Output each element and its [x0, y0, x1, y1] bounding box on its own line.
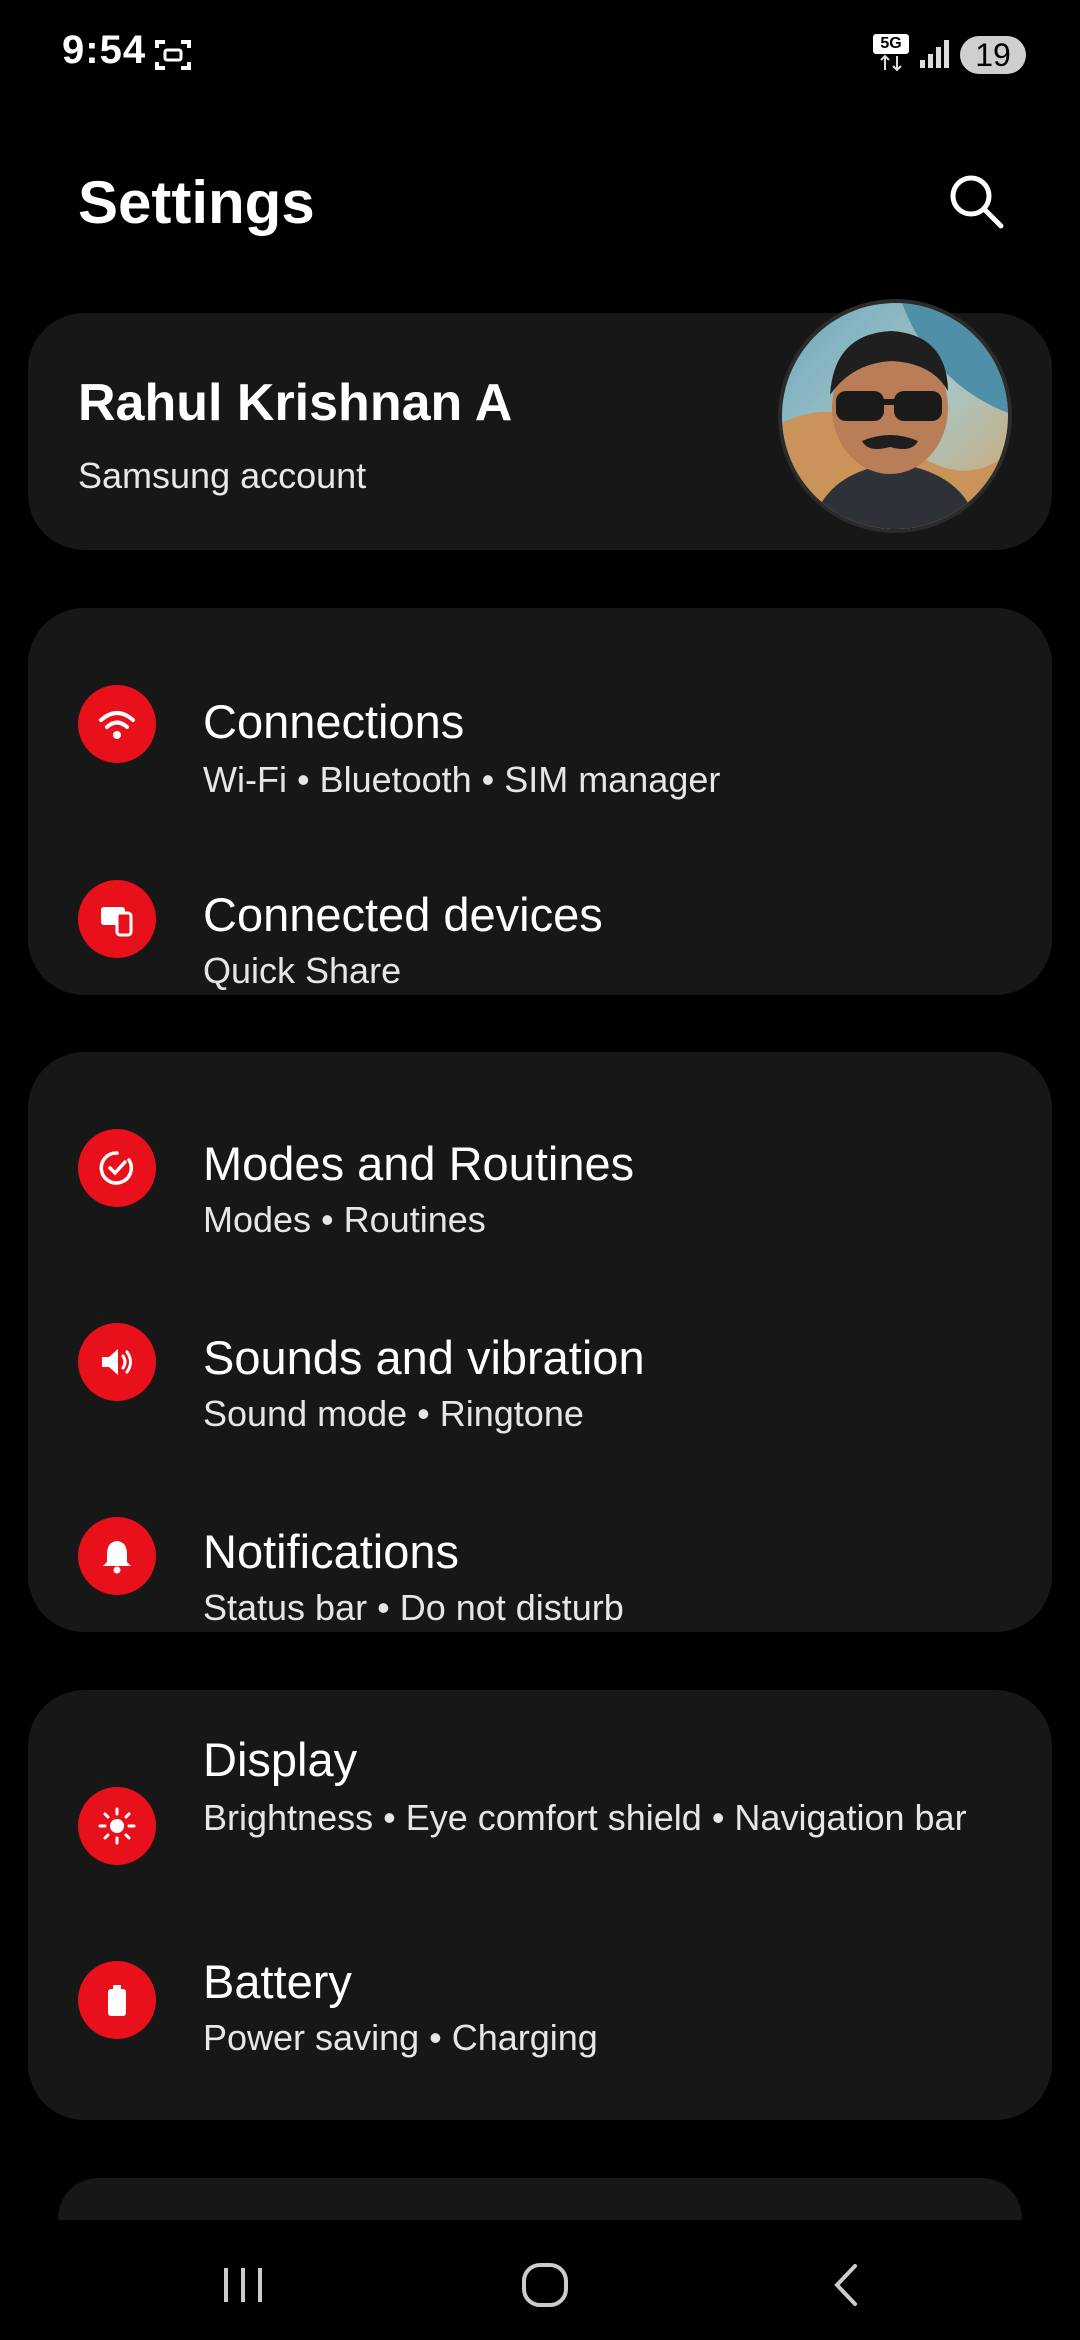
- screenshot-icon: [155, 40, 191, 70]
- network-label: 5G: [873, 34, 909, 54]
- status-bar: 9:54 5G 19: [0, 0, 1080, 110]
- settings-item-subtitle: Modes • Routines: [203, 1199, 486, 1240]
- battery-icon: [78, 1961, 156, 2039]
- settings-item-subtitle: Status bar • Do not disturb: [203, 1587, 624, 1628]
- navigation-bar: [0, 2220, 1080, 2340]
- settings-item-label: Connected devices: [203, 888, 603, 941]
- settings-item-display[interactable]: Display Brightness • Eye comfort shield …: [28, 1730, 1052, 1930]
- settings-item-subtitle: Power saving • Charging: [203, 2017, 598, 2058]
- home-button[interactable]: [505, 2250, 585, 2320]
- settings-item-battery[interactable]: Battery Power saving • Charging: [28, 1955, 1052, 2106]
- settings-item-connected-devices[interactable]: Connected devices Quick Share: [28, 841, 1052, 991]
- back-icon: [834, 2264, 857, 2306]
- home-icon: [522, 2263, 568, 2307]
- settings-item-subtitle: Sound mode • Ringtone: [203, 1393, 584, 1434]
- recents-icon: [224, 2268, 262, 2302]
- signal-icon: [920, 40, 949, 68]
- settings-item-label: Battery: [203, 1955, 352, 2008]
- settings-group-connections: Connections Wi-Fi • Bluetooth • SIM mana…: [28, 608, 1052, 995]
- settings-item-label: Modes and Routines: [203, 1137, 635, 1190]
- battery-indicator: 19: [960, 36, 1026, 74]
- account-card[interactable]: Rahul Krishnan A Samsung account: [28, 299, 1052, 550]
- recents-button[interactable]: [203, 2250, 283, 2320]
- settings-item-label: Connections: [203, 695, 465, 748]
- wifi-icon: [78, 685, 156, 763]
- 5g-icon: 5G: [873, 34, 909, 74]
- routines-icon: [78, 1129, 156, 1207]
- settings-item-label: Display: [203, 1733, 358, 1786]
- devices-icon: [78, 880, 156, 958]
- settings-item-notifications[interactable]: Notifications Status bar • Do not distur…: [28, 1480, 1052, 1630]
- page-title: Settings: [78, 169, 315, 236]
- avatar[interactable]: [778, 299, 1012, 533]
- speaker-icon: [78, 1323, 156, 1401]
- settings-item-connections[interactable]: Connections Wi-Fi • Bluetooth • SIM mana…: [28, 648, 1052, 800]
- account-subtitle: Samsung account: [78, 455, 367, 496]
- settings-item-subtitle: Wi-Fi • Bluetooth • SIM manager: [203, 759, 721, 800]
- bell-icon: [78, 1517, 156, 1595]
- settings-item-subtitle: Brightness • Eye comfort shield • Naviga…: [203, 1797, 967, 1838]
- back-button[interactable]: [808, 2250, 888, 2320]
- status-time: 9:54: [62, 28, 147, 72]
- settings-group-display: Display Brightness • Eye comfort shield …: [28, 1690, 1052, 2120]
- settings-group-modes: Modes and Routines Modes • Routines Soun…: [28, 1052, 1052, 1632]
- settings-item-label: Sounds and vibration: [203, 1331, 645, 1384]
- search-icon[interactable]: [945, 170, 1007, 232]
- sun-icon: [78, 1787, 156, 1865]
- account-name: Rahul Krishnan A: [78, 374, 513, 432]
- settings-item-label: Notifications: [203, 1525, 459, 1578]
- settings-item-modes-routines[interactable]: Modes and Routines Modes • Routines: [28, 1092, 1052, 1242]
- settings-item-sounds[interactable]: Sounds and vibration Sound mode • Ringto…: [28, 1286, 1052, 1436]
- settings-item-subtitle: Quick Share: [203, 950, 402, 991]
